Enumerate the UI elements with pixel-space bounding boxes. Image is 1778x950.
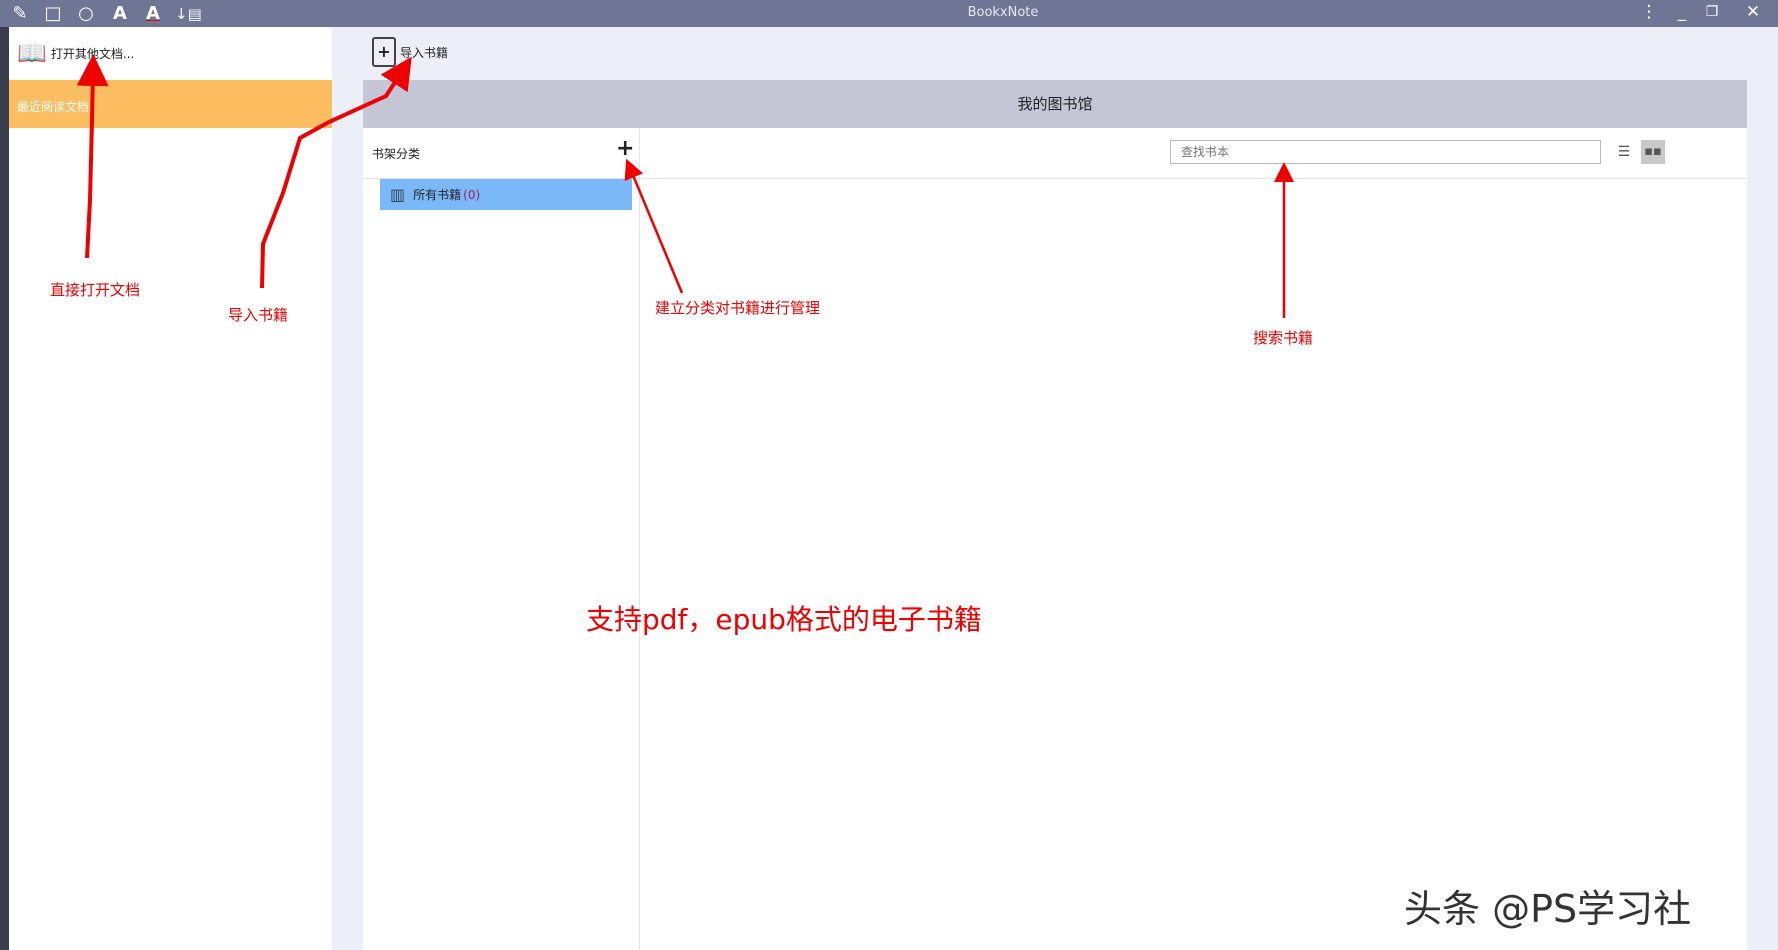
close-button[interactable]: ✕ xyxy=(1741,2,1765,22)
bookshelf-icon: ▥ xyxy=(390,185,405,204)
grid-view-icon[interactable]: ▪▪ xyxy=(1641,140,1665,164)
open-other-document-button[interactable]: 📖 打开其他文档... xyxy=(17,39,134,67)
annotation-category: 建立分类对书籍进行管理 xyxy=(655,297,820,318)
annotation-import: 导入书籍 xyxy=(228,304,288,325)
annotation-formats: 支持pdf，epub格式的电子书籍 xyxy=(586,598,982,638)
list-view-icon[interactable]: ☰ xyxy=(1613,140,1635,164)
shelf-item-label: 所有书籍 xyxy=(413,186,461,203)
minimize-button[interactable]: _ xyxy=(1670,2,1694,22)
left-edge xyxy=(0,27,9,950)
shelf-label: 书架分类 xyxy=(372,145,420,162)
shelf-item-all-books[interactable]: ▥ 所有书籍 (0) xyxy=(380,179,632,210)
recent-documents-header: 最近阅读文档: xyxy=(9,80,332,128)
library-title: 我的图书馆 xyxy=(363,80,1747,128)
title-bar: ✎ □ ○ A A ↓▤ BookxNote ⋮ _ ❐ ✕ xyxy=(0,0,1778,27)
import-icon: + xyxy=(372,37,396,67)
open-book-icon: 📖 xyxy=(17,39,47,67)
import-label: 导入书籍 xyxy=(400,44,448,61)
window-title: BookxNote xyxy=(0,5,1778,20)
add-shelf-button[interactable]: + xyxy=(616,136,634,161)
library-panel: 我的图书馆 书架分类 + ▥ 所有书籍 (0) ☰ ▪▪ xyxy=(363,80,1747,950)
watermark: 头条 @PS学习社 xyxy=(1404,878,1691,933)
more-icon[interactable]: ⋮ xyxy=(1637,2,1661,22)
left-panel: 📖 打开其他文档... 最近阅读文档: xyxy=(9,27,332,950)
search-input[interactable] xyxy=(1170,140,1601,164)
open-doc-label: 打开其他文档... xyxy=(51,45,134,62)
shelf-column: 书架分类 + xyxy=(363,128,640,950)
restore-button[interactable]: ❐ xyxy=(1700,4,1724,20)
shelf-item-count: (0) xyxy=(463,188,480,202)
annotation-search: 搜索书籍 xyxy=(1253,327,1313,348)
annotation-open: 直接打开文档 xyxy=(50,279,140,300)
import-books-button[interactable]: + 导入书籍 xyxy=(372,37,448,67)
